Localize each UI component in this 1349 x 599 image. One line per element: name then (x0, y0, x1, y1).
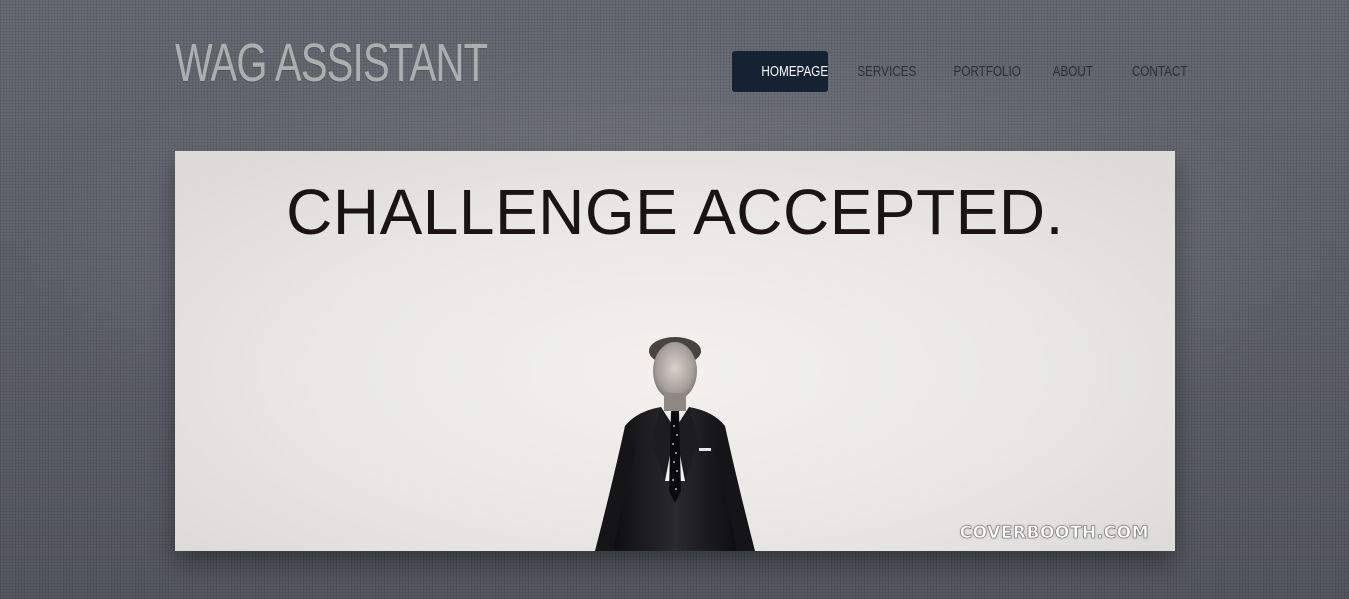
nav-item-label: ABOUT (1052, 63, 1094, 80)
neck-shape (664, 393, 686, 411)
nav-item-about[interactable]: ABOUT (1027, 51, 1103, 92)
main-nav: HOMEPAGE SERVICES PORTFOLIO ABOUT CONTAC… (732, 51, 1199, 92)
banner-headline: CHALLENGE ACCEPTED. (286, 176, 1064, 248)
hero-banner: CHALLENGE ACCEPTED. COVERBOOTH.COM (175, 151, 1175, 551)
tie-shape (669, 411, 681, 503)
nav-item-label: CONTACT (1131, 63, 1188, 80)
nav-item-label: SERVICES (857, 63, 917, 80)
nav-item-contact[interactable]: CONTACT (1104, 51, 1198, 92)
pocket-square-shape (699, 448, 711, 451)
nav-item-label: HOMEPAGE (761, 63, 829, 80)
nav-item-portfolio[interactable]: PORTFOLIO (924, 51, 1026, 92)
nav-item-label: PORTFOLIO (953, 63, 1021, 80)
image-watermark: COVERBOOTH.COM (959, 523, 1149, 544)
site-title[interactable]: WAG ASSISTANT (175, 30, 488, 96)
nav-item-homepage[interactable]: HOMEPAGE (732, 51, 828, 92)
head-shape (653, 342, 697, 400)
nav-item-services[interactable]: SERVICES (829, 51, 923, 92)
man-in-suit-image (595, 337, 755, 551)
